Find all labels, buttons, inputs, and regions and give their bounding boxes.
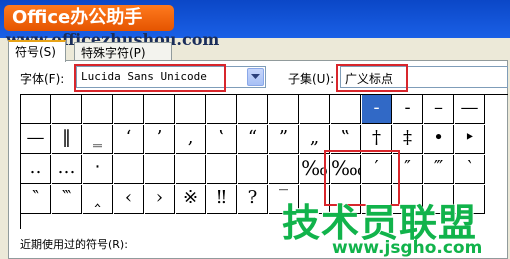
symbol-cell[interactable]: - — [362, 95, 392, 124]
symbol-cell[interactable] — [207, 155, 237, 184]
symbol-cell[interactable]: – — [424, 95, 454, 124]
symbol-cell[interactable] — [145, 95, 175, 124]
symbol-cell[interactable]: ‥ — [21, 155, 51, 184]
symbol-cell[interactable] — [269, 155, 299, 184]
symbol-cell[interactable]: — — [21, 125, 51, 154]
symbol-cell[interactable]: - — [393, 95, 423, 124]
symbol-cell[interactable]: ‴ — [424, 155, 454, 184]
symbol-cell[interactable]: ‹ — [114, 185, 144, 214]
font-label: 字体(F): — [20, 72, 65, 86]
symbol-cell[interactable] — [145, 155, 175, 184]
symbol-cell[interactable]: ‗ — [83, 125, 113, 154]
subset-highlight-frame — [336, 64, 408, 92]
symbol-cell[interactable]: ‷ — [52, 185, 82, 214]
symbol-cell[interactable] — [114, 155, 144, 184]
symbol-cell[interactable]: › — [145, 185, 175, 214]
symbol-cell[interactable] — [52, 95, 82, 124]
symbol-cell[interactable]: ‚ — [176, 125, 206, 154]
watermark-jsgho: 技术员联盟 www.jsgho.com — [282, 192, 510, 259]
font-dropdown-button[interactable] — [247, 68, 264, 86]
symbol-cell[interactable] — [114, 95, 144, 124]
watermark-logo: Office办公助手 — [4, 5, 174, 31]
symbol-cell[interactable]: ‣ — [455, 125, 485, 154]
symbol-cell[interactable]: ‛ — [207, 125, 237, 154]
watermark-site-url: www.jsgho.com — [332, 238, 483, 258]
subset-label: 子集(U): — [288, 72, 335, 86]
symbol-cell[interactable]: ‶ — [21, 185, 51, 214]
recent-symbols-label: 近期使用过的符号(R): — [20, 238, 128, 251]
symbol-cell[interactable]: … — [52, 155, 82, 184]
symbol-cell[interactable] — [238, 95, 268, 124]
symbol-cell[interactable] — [176, 95, 206, 124]
symbol-cell[interactable]: ‵ — [455, 155, 485, 184]
symbol-cell[interactable] — [238, 155, 268, 184]
symbol-cell[interactable]: “ — [238, 125, 268, 154]
chevron-down-icon — [251, 74, 260, 79]
symbol-cell[interactable] — [269, 95, 299, 124]
symbol-cell[interactable]: ’ — [145, 125, 175, 154]
symbol-cell[interactable] — [207, 95, 237, 124]
symbol-cell[interactable] — [21, 95, 51, 124]
symbol-cell[interactable]: ‼ — [207, 185, 237, 214]
symbol-cell[interactable]: • — [424, 125, 454, 154]
symbol-cell[interactable]: ? — [238, 185, 268, 214]
symbol-cell[interactable]: ‧ — [83, 155, 113, 184]
symbol-cell[interactable] — [300, 95, 330, 124]
font-highlight-frame — [74, 64, 226, 92]
symbol-cell[interactable]: — — [455, 95, 485, 124]
tab-special-characters[interactable]: 特殊字符(P) — [74, 42, 172, 60]
symbol-cell[interactable] — [176, 155, 206, 184]
symbol-cell[interactable] — [331, 95, 361, 124]
symbol-cell[interactable]: ‸ — [83, 185, 113, 214]
symbol-cell[interactable]: ※ — [176, 185, 206, 214]
tab-symbols[interactable]: 符号(S) — [8, 40, 66, 62]
symbol-cell[interactable]: ‖ — [52, 125, 82, 154]
symbol-cell[interactable]: ‘ — [114, 125, 144, 154]
symbol-cell[interactable]: ” — [269, 125, 299, 154]
symbol-cell[interactable] — [83, 95, 113, 124]
